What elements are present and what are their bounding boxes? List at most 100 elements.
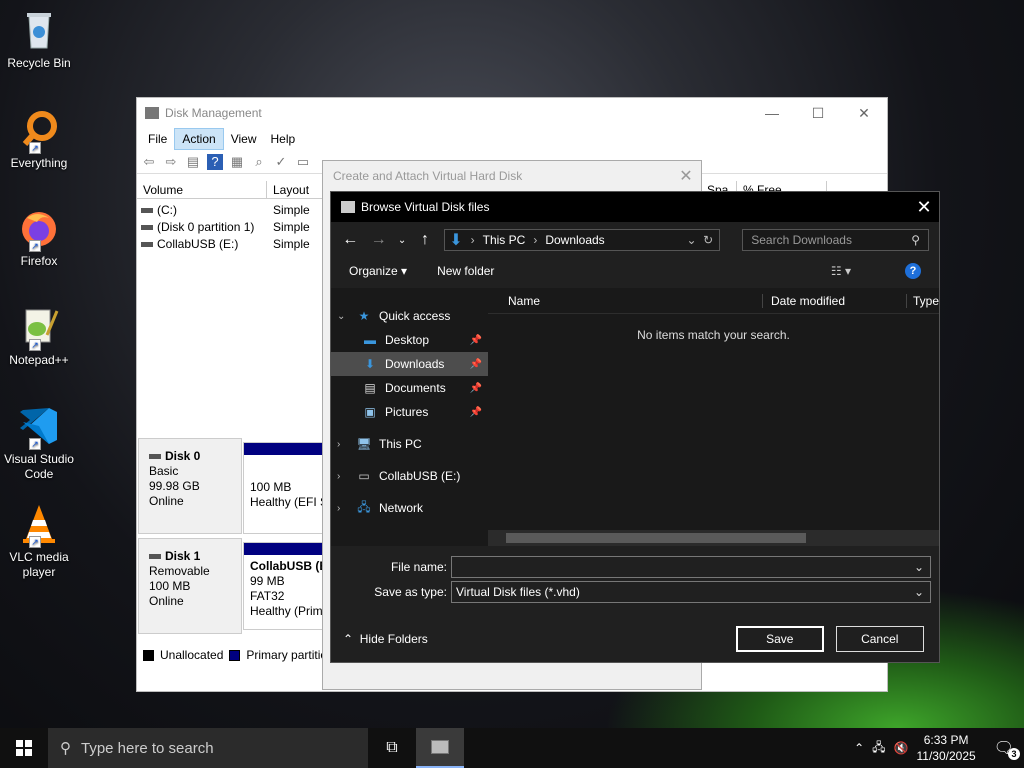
- volume-name: (Disk 0 partition 1): [157, 219, 255, 234]
- nav-network[interactable]: › 🖧 Network: [331, 496, 488, 520]
- menu-action[interactable]: Action: [174, 128, 224, 150]
- search-box[interactable]: Search Downloads ⚲: [742, 229, 929, 251]
- back-button[interactable]: ←: [341, 231, 359, 249]
- column-layout[interactable]: Layout: [267, 181, 327, 198]
- drive-icon: [141, 207, 153, 213]
- show-hidden-icons-chevron-icon[interactable]: ⌃: [854, 741, 864, 755]
- save-button[interactable]: Save: [735, 626, 824, 652]
- nav-pictures[interactable]: ▣ Pictures 📌: [331, 400, 488, 424]
- help-icon[interactable]: ?: [905, 263, 921, 279]
- close-button[interactable]: ✕: [671, 166, 701, 186]
- properties-icon[interactable]: ▦: [229, 154, 245, 170]
- column-name[interactable]: Name: [488, 294, 762, 308]
- maximize-button[interactable]: ☐: [795, 105, 841, 122]
- dialog-title: Browse Virtual Disk files: [361, 200, 490, 214]
- navigation-pane: ⌄ ★ Quick access ▬ Desktop 📌 ⬇ Downloads…: [331, 288, 488, 546]
- desktop-icon-firefox[interactable]: ↗ Firefox: [0, 206, 78, 269]
- disk-status: Online: [149, 594, 184, 608]
- pin-icon: 📌: [469, 406, 482, 418]
- nav-label: CollabUSB (E:): [379, 469, 461, 483]
- nav-this-pc[interactable]: › 🖥 This PC: [331, 432, 488, 456]
- dialog-title-bar: Browse Virtual Disk files ✕: [331, 192, 939, 222]
- expand-chevron-icon[interactable]: ⌄: [337, 311, 349, 322]
- volume-muted-icon[interactable]: 🔇: [894, 741, 909, 755]
- task-view-icon[interactable]: ⧉: [368, 728, 416, 768]
- scrollbar-thumb[interactable]: [505, 533, 806, 543]
- clock[interactable]: 6:33 PM 11/30/2025: [917, 732, 976, 764]
- organize-button[interactable]: Organize ▾: [349, 264, 407, 278]
- back-arrow-icon[interactable]: ⇦: [141, 154, 157, 170]
- close-button[interactable]: ✕: [909, 197, 939, 218]
- disk-type: Basic: [149, 464, 179, 478]
- nav-label: Network: [379, 501, 424, 515]
- menu-bar: File Action View Help: [137, 128, 887, 150]
- breadcrumb-this-pc[interactable]: This PC: [483, 233, 526, 247]
- new-folder-button[interactable]: New folder: [437, 264, 494, 278]
- action-center-button[interactable]: 🗨 3: [994, 738, 1020, 760]
- breadcrumb-downloads[interactable]: Downloads: [545, 233, 604, 247]
- horizontal-scrollbar[interactable]: [487, 530, 939, 546]
- volume-layout: Simple: [273, 219, 310, 234]
- dialog-body: ⌄ ★ Quick access ▬ Desktop 📌 ⬇ Downloads…: [331, 288, 939, 546]
- desktop-icon-recycle-bin[interactable]: Recycle Bin: [0, 8, 78, 71]
- search-icon: ⚲: [60, 740, 71, 757]
- volume-row[interactable]: (Disk 0 partition 1) Simple: [137, 218, 327, 235]
- file-list-header: Name Date modified Type: [487, 288, 939, 314]
- volume-row[interactable]: (C:) Simple: [137, 201, 327, 218]
- chevron-down-icon[interactable]: ⌄: [914, 560, 930, 574]
- address-bar[interactable]: ⬇ › This PC › Downloads ⌄ ↻: [444, 229, 721, 251]
- address-dropdown-refresh[interactable]: ⌄ ↻: [686, 233, 719, 247]
- disk-icon: [149, 454, 161, 460]
- menu-file[interactable]: File: [141, 129, 174, 149]
- disk-management-app-icon: [145, 107, 159, 119]
- vlc-icon: ↗: [17, 502, 61, 548]
- file-name-input[interactable]: ⌄: [451, 555, 931, 578]
- check-icon[interactable]: ✓: [273, 154, 289, 170]
- up-button[interactable]: ↑: [416, 231, 434, 249]
- disk-0-partition[interactable]: 100 MB Healthy (EFI S: [243, 442, 323, 534]
- desktop-icon-notepad-plus-plus[interactable]: ↗ Notepad++: [0, 305, 78, 368]
- menu-help[interactable]: Help: [264, 129, 303, 149]
- expand-chevron-icon[interactable]: ›: [337, 439, 349, 450]
- taskbar-search-box[interactable]: ⚲ Type here to search: [48, 728, 368, 768]
- nav-downloads[interactable]: ⬇ Downloads 📌: [331, 352, 488, 376]
- desktop-icon-vlc[interactable]: ↗ VLC media player: [0, 502, 78, 580]
- column-volume[interactable]: Volume: [137, 181, 267, 198]
- cancel-button[interactable]: Cancel: [835, 626, 924, 652]
- disk-1-info[interactable]: Disk 1 Removable 100 MB Online: [138, 538, 242, 634]
- change-view-icon[interactable]: ☷ ▾: [831, 264, 851, 278]
- volume-layout: Simple: [273, 202, 310, 217]
- start-button[interactable]: [0, 728, 48, 768]
- column-type[interactable]: Type: [905, 293, 939, 308]
- nav-desktop[interactable]: ▬ Desktop 📌: [331, 328, 488, 352]
- expand-chevron-icon[interactable]: ›: [337, 471, 349, 482]
- volume-row[interactable]: CollabUSB (E:) Simple: [137, 235, 327, 252]
- expand-chevron-icon[interactable]: ›: [337, 503, 349, 514]
- taskbar-search-placeholder: Type here to search: [81, 739, 214, 757]
- desktop-icon-everything[interactable]: ↗ Everything: [0, 108, 78, 171]
- minimize-button[interactable]: —: [749, 105, 795, 122]
- nav-quick-access[interactable]: ⌄ ★ Quick access: [331, 304, 488, 328]
- nav-label: Documents: [385, 381, 446, 395]
- taskbar-disk-management[interactable]: [416, 728, 464, 768]
- hide-folders-button[interactable]: ⌃ Hide Folders: [343, 632, 428, 646]
- save-as-type-select[interactable]: Virtual Disk files (*.vhd) ⌄: [451, 580, 931, 603]
- desktop-icon-vscode[interactable]: ↗ Visual Studio Code: [0, 404, 78, 482]
- nav-documents[interactable]: ▤ Documents 📌: [331, 376, 488, 400]
- network-status-icon[interactable]: 🖧: [872, 738, 885, 759]
- disk-0-info[interactable]: Disk 0 Basic 99.98 GB Online: [138, 438, 242, 534]
- menu-view[interactable]: View: [224, 129, 264, 149]
- help-icon[interactable]: ?: [207, 153, 223, 170]
- browse-vhd-dialog: Browse Virtual Disk files ✕ ← → ⌄ ↑ ⬇ › …: [330, 191, 940, 663]
- recent-locations-chevron-icon[interactable]: ⌄: [398, 235, 406, 246]
- nav-collabusb[interactable]: › ▭ CollabUSB (E:): [331, 464, 488, 488]
- forward-button[interactable]: →: [369, 231, 387, 249]
- disk-icon[interactable]: ▭: [295, 154, 311, 170]
- column-date-modified[interactable]: Date modified: [761, 293, 906, 308]
- forward-arrow-icon[interactable]: ⇨: [163, 154, 179, 170]
- close-button[interactable]: ✕: [841, 105, 887, 122]
- show-hide-console-tree-icon[interactable]: ▤: [185, 154, 201, 170]
- chevron-down-icon[interactable]: ⌄: [914, 585, 930, 599]
- connect-icon[interactable]: ⌕: [251, 154, 267, 170]
- disk-1-partition[interactable]: CollabUSB (E 99 MB FAT32 Healthy (Prim: [243, 542, 323, 630]
